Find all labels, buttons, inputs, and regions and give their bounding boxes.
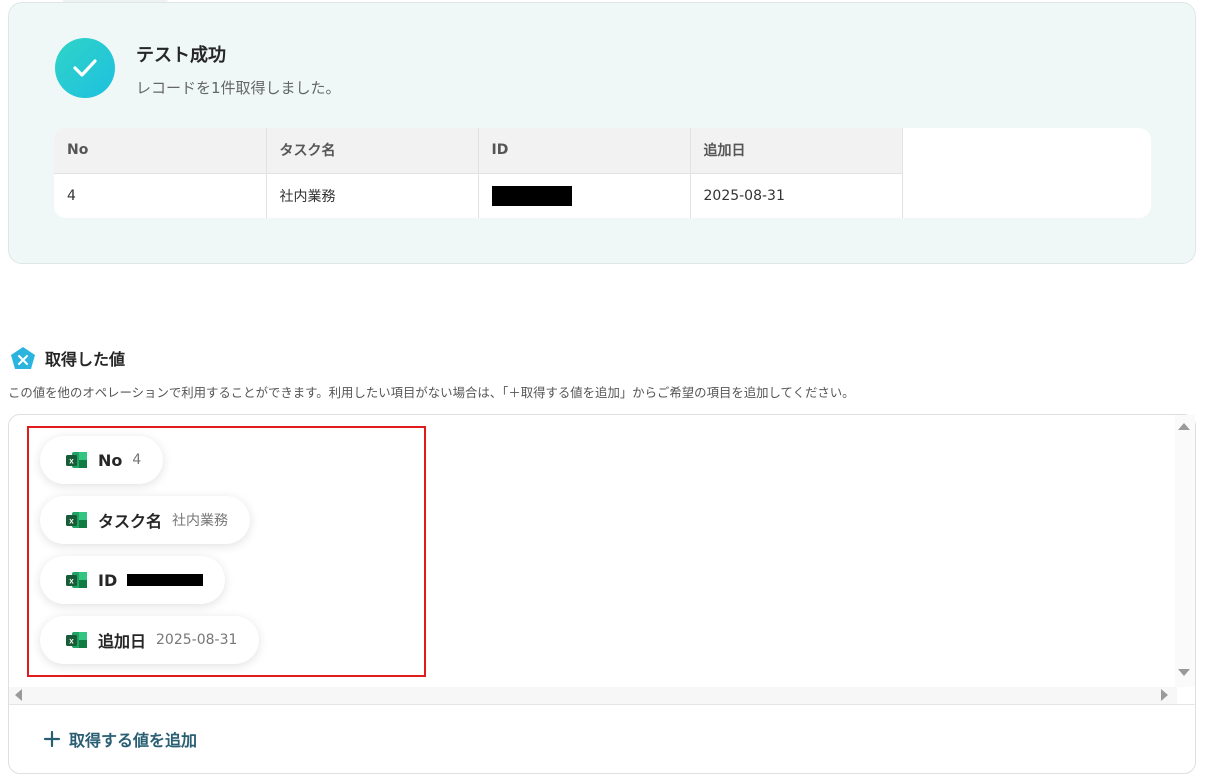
cell-task-name: 社内業務 [266,172,479,218]
values-scroll-area[interactable]: x No 4 x タスク名 社内業務 x ID x 追加日 2025-08-31 [9,415,1177,687]
section-title: 取得した値 [45,350,126,369]
column-header-task-name: タスク名 [266,128,479,173]
column-header-id: ID [478,128,691,173]
check-icon [55,38,115,98]
divider [9,704,1195,705]
plus-icon [43,730,61,748]
result-table: No タスク名 ID 追加日 4 社内業務 2025-08-31 [54,128,1151,218]
add-value-label: 取得する値を追加 [69,731,198,750]
scroll-left-icon[interactable] [15,689,22,701]
table-header-row: No タスク名 ID 追加日 [54,128,903,173]
scroll-up-icon[interactable] [1178,423,1190,430]
test-success-panel: テスト成功 レコードを1件取得しました。 No タスク名 ID 追加日 4 社内… [8,2,1196,264]
column-header-added-date: 追加日 [690,128,903,173]
column-header-no: No [54,128,267,173]
horizontal-scrollbar[interactable] [9,687,1177,704]
scroll-down-icon[interactable] [1178,669,1190,676]
success-title: テスト成功 [136,45,226,66]
acquired-values-header: 取得した値 [10,346,125,370]
success-subtitle: レコードを1件取得しました。 [136,79,341,97]
yoom-x-icon [11,347,35,369]
vertical-scrollbar[interactable] [1175,415,1195,687]
cell-no: 4 [54,172,267,218]
cell-added-date: 2025-08-31 [690,172,903,218]
highlight-box [27,426,426,677]
acquired-values-panel: x No 4 x タスク名 社内業務 x ID x 追加日 2025-08-31… [8,414,1196,774]
table-row: 4 社内業務 2025-08-31 [54,172,903,218]
redacted-id [491,185,572,206]
section-description: この値を他のオペレーションで利用することができます。利用したい項目がない場合は、… [8,385,855,400]
cell-id [478,172,691,218]
scroll-right-icon[interactable] [1161,689,1168,701]
add-value-button[interactable]: 取得する値を追加 [43,727,197,751]
